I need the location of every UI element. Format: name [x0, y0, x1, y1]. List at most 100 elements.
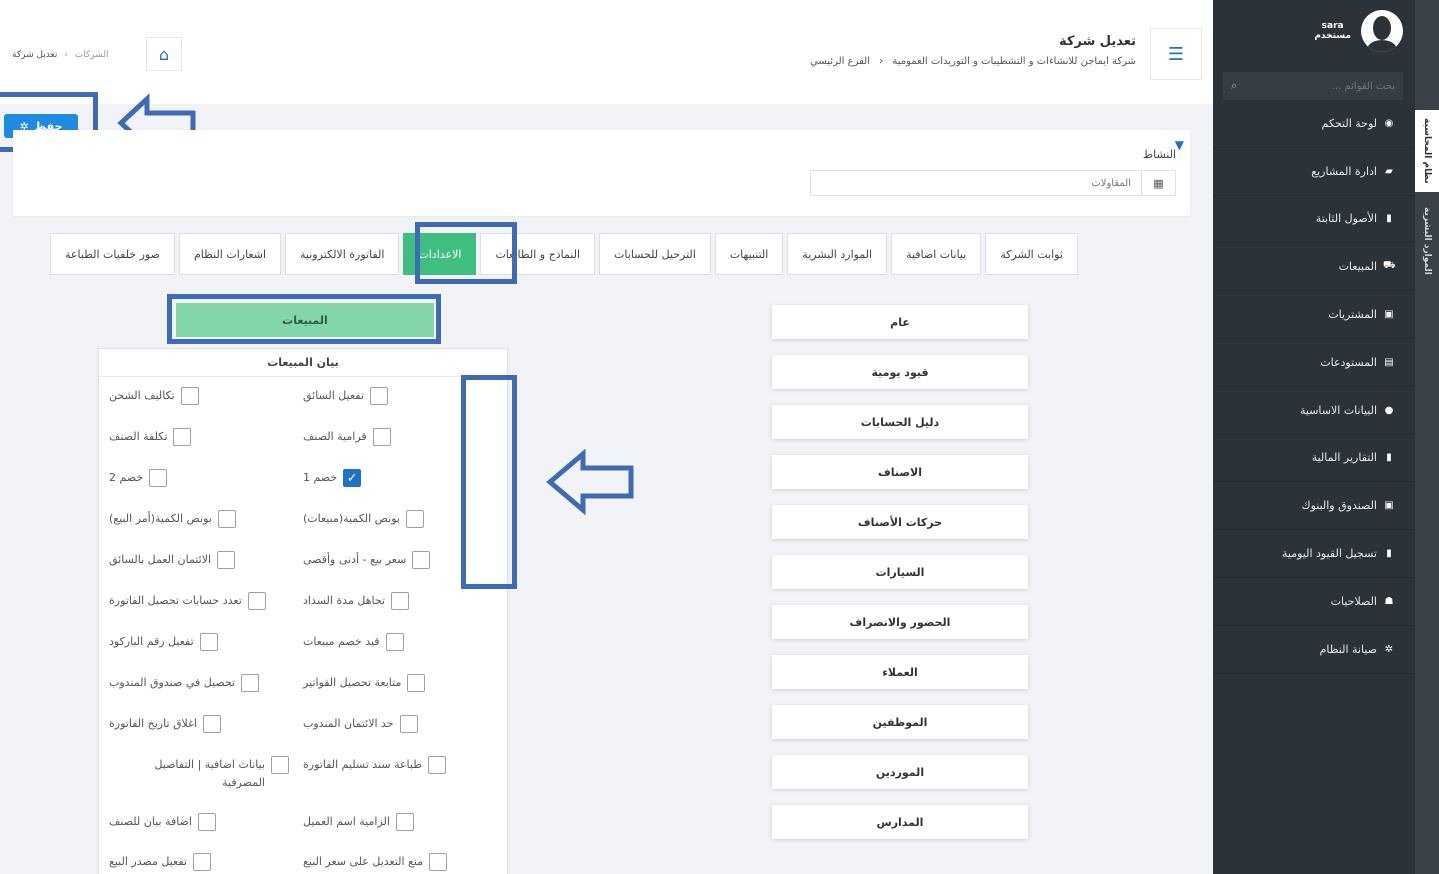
checkbox[interactable]	[247, 592, 266, 610]
category-journal[interactable]: قيود يومية	[772, 355, 1028, 389]
sidebar-item-cash-banks[interactable]: الصندوق والبنوك ▣	[1213, 482, 1415, 531]
sidebar-item-permissions[interactable]: الصلاحيات ☗	[1213, 578, 1415, 626]
breadcrumb-parent[interactable]: الشركات	[75, 50, 109, 60]
category-item-movements[interactable]: حركات الأصناف	[772, 505, 1028, 539]
breadcrumb-current: تعديل شركة	[12, 50, 58, 60]
filter-icon[interactable]: ▼	[1175, 138, 1184, 152]
option-bank-details[interactable]: بيانات اضافية | التفاصيل المصرفية	[109, 756, 289, 792]
sidebar-item-maintenance[interactable]: صيانة النظام ✲	[1213, 626, 1415, 674]
menu-search-input[interactable]	[1237, 80, 1395, 92]
highlight-box-tab	[415, 222, 517, 284]
category-items[interactable]: الاصناف	[772, 455, 1028, 489]
checkbox[interactable]	[193, 853, 211, 871]
checkbox[interactable]	[197, 813, 216, 831]
sidebar-item-purchases[interactable]: المشتريات ▣	[1213, 291, 1415, 339]
tab-hr[interactable]: الموارد البشرية	[787, 233, 888, 275]
option-discount-2[interactable]: خصم 2	[109, 469, 289, 487]
checkbox[interactable]	[202, 715, 221, 733]
category-general[interactable]: عام	[772, 305, 1028, 339]
checkbox[interactable]	[428, 756, 446, 774]
option-rep-credit-limit[interactable]: حد الائتمان المندوب	[303, 715, 493, 733]
home-button[interactable]: ⌂	[146, 37, 182, 71]
journal-icon: ▮	[1386, 548, 1392, 560]
option-lock-invoice-date[interactable]: اغلاق تاريخ الفاتورة	[109, 715, 289, 733]
checkbox[interactable]	[399, 715, 418, 733]
chevron-left-icon: ‹	[879, 56, 884, 67]
checkbox[interactable]	[271, 756, 289, 774]
category-schools[interactable]: المدارس	[772, 805, 1028, 839]
menu-toggle-button[interactable]: ☰	[1150, 28, 1202, 80]
checkbox[interactable]	[395, 813, 414, 831]
activity-select[interactable]: ▦ المقاولات	[810, 170, 1176, 196]
tab-alerts[interactable]: التنبيهات	[714, 233, 784, 275]
sidebar-item-projects[interactable]: ادارة المشاريع ▰	[1213, 148, 1415, 196]
sidebar-item-basic-data[interactable]: البيانات الاساسية ●	[1213, 387, 1415, 435]
checkbox[interactable]	[372, 428, 391, 446]
category-attendance[interactable]: الحضور والانصراف	[772, 605, 1028, 639]
building-icon: ▦	[1141, 171, 1175, 195]
category-cars[interactable]: السيارات	[772, 555, 1028, 589]
avatar[interactable]	[1361, 10, 1403, 52]
option-item-cost[interactable]: تكلفة الصنف	[109, 428, 289, 446]
activity-card: ▼ النشاط ▦ المقاولات	[13, 130, 1190, 216]
option-multi-collection-accounts[interactable]: تعدد حسابات تحصيل الفاتورة	[109, 592, 289, 610]
checkbox[interactable]	[241, 674, 260, 692]
money-icon: ▣	[1384, 309, 1394, 321]
tab-print-backgrounds[interactable]: صور خلفيات الطباعة	[50, 233, 175, 275]
tab-company-constants[interactable]: ثوابت الشركة	[985, 233, 1078, 275]
category-employees[interactable]: الموظفين	[772, 705, 1028, 739]
archive-icon: ▤	[1384, 356, 1394, 368]
sales-card: بيان المبيعات تفعيل السائق قرامية الصنف …	[98, 348, 508, 874]
option-customer-name-mandatory[interactable]: الزامية اسم العميل	[303, 813, 493, 831]
dashboard-icon: ◉	[1384, 117, 1394, 129]
tab-system-notifications[interactable]: اشعارات النظام	[178, 233, 282, 275]
checkbox[interactable]	[405, 510, 424, 528]
option-lock-sale-price[interactable]: منع التعديل على سعر البيع	[303, 853, 493, 871]
checkbox[interactable]	[180, 387, 199, 405]
option-ignore-payment-term[interactable]: تجاهل مدة السداد	[303, 592, 493, 610]
option-sales-discount-entry[interactable]: قيد خصم مبيعات	[303, 633, 493, 651]
checkbox[interactable]	[369, 387, 388, 405]
option-rep-cashbox[interactable]: تحصيل في صندوق المندوب	[109, 674, 289, 692]
checkbox-checked[interactable]: ✓	[343, 469, 362, 487]
truck-icon: ⛟	[1383, 260, 1396, 272]
option-item-description[interactable]: اضافة بيان للصنف	[109, 813, 289, 831]
category-suppliers[interactable]: الموردين	[772, 755, 1028, 789]
sidebar-item-sales[interactable]: المبيعات ⛟	[1213, 243, 1415, 292]
highlight-box-sales	[167, 294, 441, 344]
category-customers[interactable]: العملاء	[772, 655, 1028, 689]
sidebar-item-fixed-assets[interactable]: الأصول الثابتة ▮	[1213, 196, 1415, 244]
sidebar-item-dashboard[interactable]: لوحة التحكم ◉	[1213, 100, 1415, 148]
checkbox[interactable]	[429, 853, 448, 871]
checkbox[interactable]	[149, 469, 168, 487]
checkbox[interactable]	[173, 428, 192, 446]
sales-card-title: بيان المبيعات	[99, 349, 507, 377]
settings-tabs: ثوابت الشركة بيانات اضافية الموارد البشر…	[50, 233, 1078, 275]
tab-additional-data[interactable]: بيانات اضافية	[891, 233, 982, 275]
checkbox[interactable]	[391, 592, 410, 610]
checkbox[interactable]	[385, 633, 404, 651]
sidebar-rail: نظام المحاسبة الموارد البشرية	[1415, 0, 1439, 874]
checkbox[interactable]	[217, 551, 236, 569]
checkbox[interactable]	[407, 674, 426, 692]
rail-tab-accounting[interactable]: نظام المحاسبة	[1415, 110, 1439, 192]
user-box[interactable]: sara مستخدم	[1213, 0, 1415, 62]
option-qty-bonus-order[interactable]: بونص الكمية(أمر البيع)	[109, 510, 289, 528]
sidebar-item-warehouses[interactable]: المستودعات ▤	[1213, 339, 1415, 387]
tab-posting[interactable]: الترحيل للحسابات	[599, 233, 711, 275]
tab-e-invoice[interactable]: الفاتورة الالكترونية	[285, 233, 400, 275]
sidebar-item-financial-reports[interactable]: التقارير المالية ▮	[1213, 435, 1415, 483]
checkbox[interactable]	[217, 510, 236, 528]
option-sale-source[interactable]: تفعيل مصدر البيع	[109, 853, 289, 871]
checkbox[interactable]	[412, 551, 431, 569]
checkbox[interactable]	[199, 633, 218, 651]
header: ☰ تعديل شركة شركة ايماجن للانشاءات و الت…	[0, 0, 1213, 104]
option-invoice-collection[interactable]: متابعة تحصيل الفواتير	[303, 674, 493, 692]
category-chart-of-accounts[interactable]: دليل الحسابات	[772, 405, 1028, 439]
option-shipping-costs[interactable]: تكاليف الشحن	[109, 387, 289, 405]
sidebar-item-journal[interactable]: تسجيل القيود اليومية ▮	[1213, 530, 1415, 578]
option-driver-credit[interactable]: الائتمان العمل بالسائق	[109, 551, 289, 569]
option-barcode[interactable]: تفعيل رقم الباركود	[109, 633, 289, 651]
rail-tab-hr[interactable]: الموارد البشرية	[1415, 200, 1439, 282]
option-print-delivery-note[interactable]: طباعة سند تسليم الفاتورة	[303, 756, 493, 774]
